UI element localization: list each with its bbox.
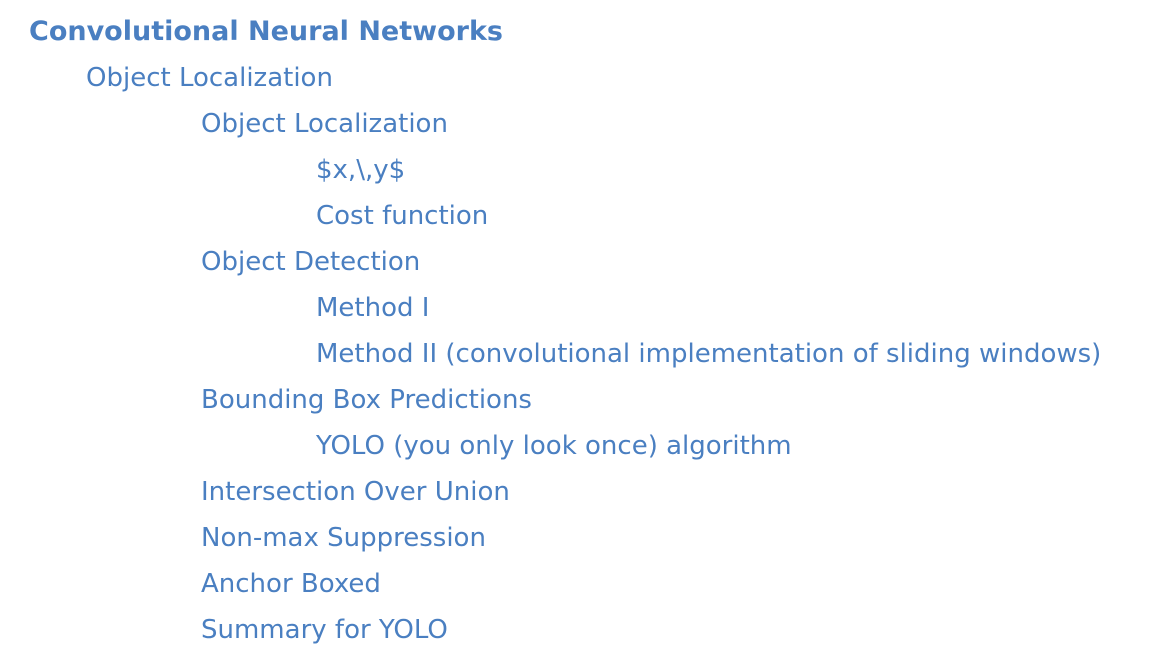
toc-item-method-2[interactable]: Method II (convolutional implementation … bbox=[316, 331, 1101, 377]
toc-item-method-1[interactable]: Method I bbox=[316, 285, 429, 331]
toc-item-cost-function[interactable]: Cost function bbox=[316, 193, 488, 239]
toc-section-object-localization[interactable]: Object Localization bbox=[86, 55, 333, 101]
toc-item-yolo-algorithm[interactable]: YOLO (you only look once) algorithm bbox=[316, 423, 792, 469]
toc-item-anchor-boxed[interactable]: Anchor Boxed bbox=[201, 561, 381, 607]
toc-item-object-localization[interactable]: Object Localization bbox=[201, 101, 448, 147]
toc-title: Convolutional Neural Networks bbox=[29, 16, 503, 47]
toc-item-x-y[interactable]: $x,\,y$ bbox=[316, 147, 405, 193]
toc-item-object-detection[interactable]: Object Detection bbox=[201, 239, 420, 285]
toc-item-non-max-suppression[interactable]: Non-max Suppression bbox=[201, 515, 486, 561]
table-of-contents: Convolutional Neural Networks Object Loc… bbox=[0, 0, 1166, 659]
toc-item-summary-for-yolo[interactable]: Summary for YOLO bbox=[201, 607, 448, 653]
toc-item-intersection-over-union[interactable]: Intersection Over Union bbox=[201, 469, 510, 515]
toc-item-bounding-box-predictions[interactable]: Bounding Box Predictions bbox=[201, 377, 532, 423]
